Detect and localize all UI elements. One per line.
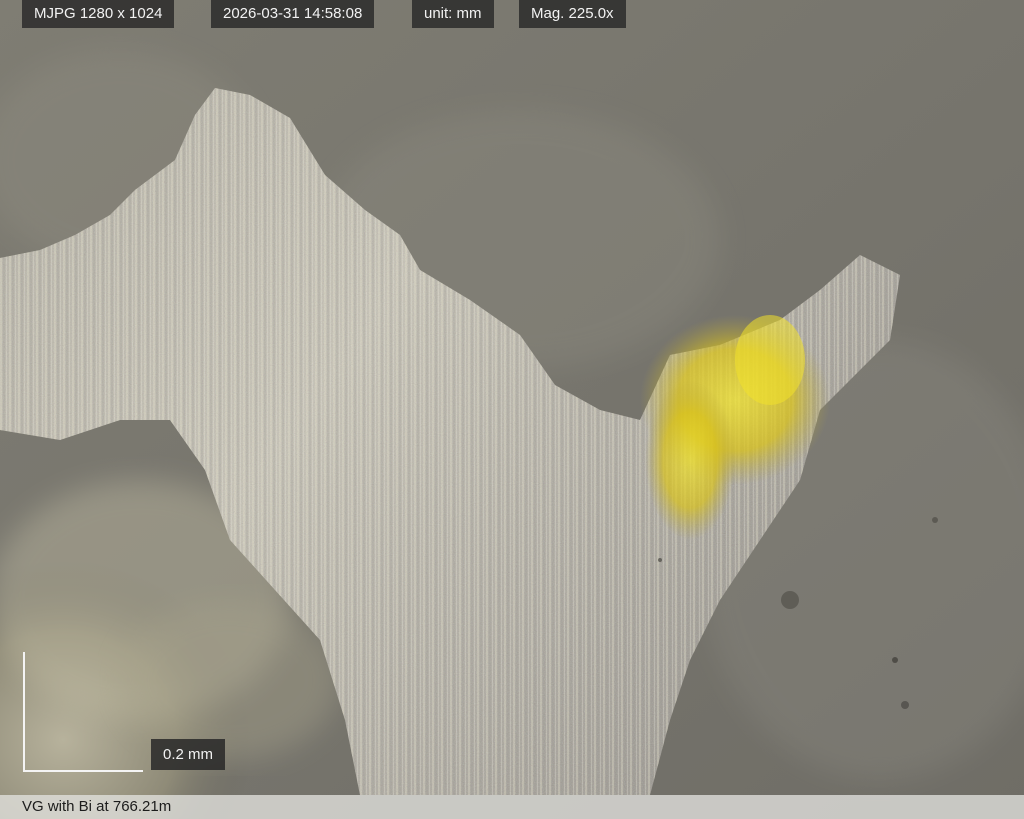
caption-bar: VG with Bi at 766.21m xyxy=(0,795,1024,819)
magnification-label: Mag. 225.0x xyxy=(519,0,626,28)
scale-bar xyxy=(22,652,144,772)
specimen-image xyxy=(0,0,1024,819)
scale-bar-horizontal xyxy=(23,770,143,772)
caption-text: VG with Bi at 766.21m xyxy=(22,798,172,815)
microscope-viewport: MJPG 1280 x 1024 2026-03-31 14:58:08 uni… xyxy=(0,0,1024,819)
unit-label: unit: mm xyxy=(412,0,494,28)
resolution-label: MJPG 1280 x 1024 xyxy=(22,0,175,28)
scale-bar-label: 0.2 mm xyxy=(151,739,226,770)
timestamp-label: 2026-03-31 14:58:08 xyxy=(211,0,375,28)
scale-bar-vertical xyxy=(23,652,25,772)
